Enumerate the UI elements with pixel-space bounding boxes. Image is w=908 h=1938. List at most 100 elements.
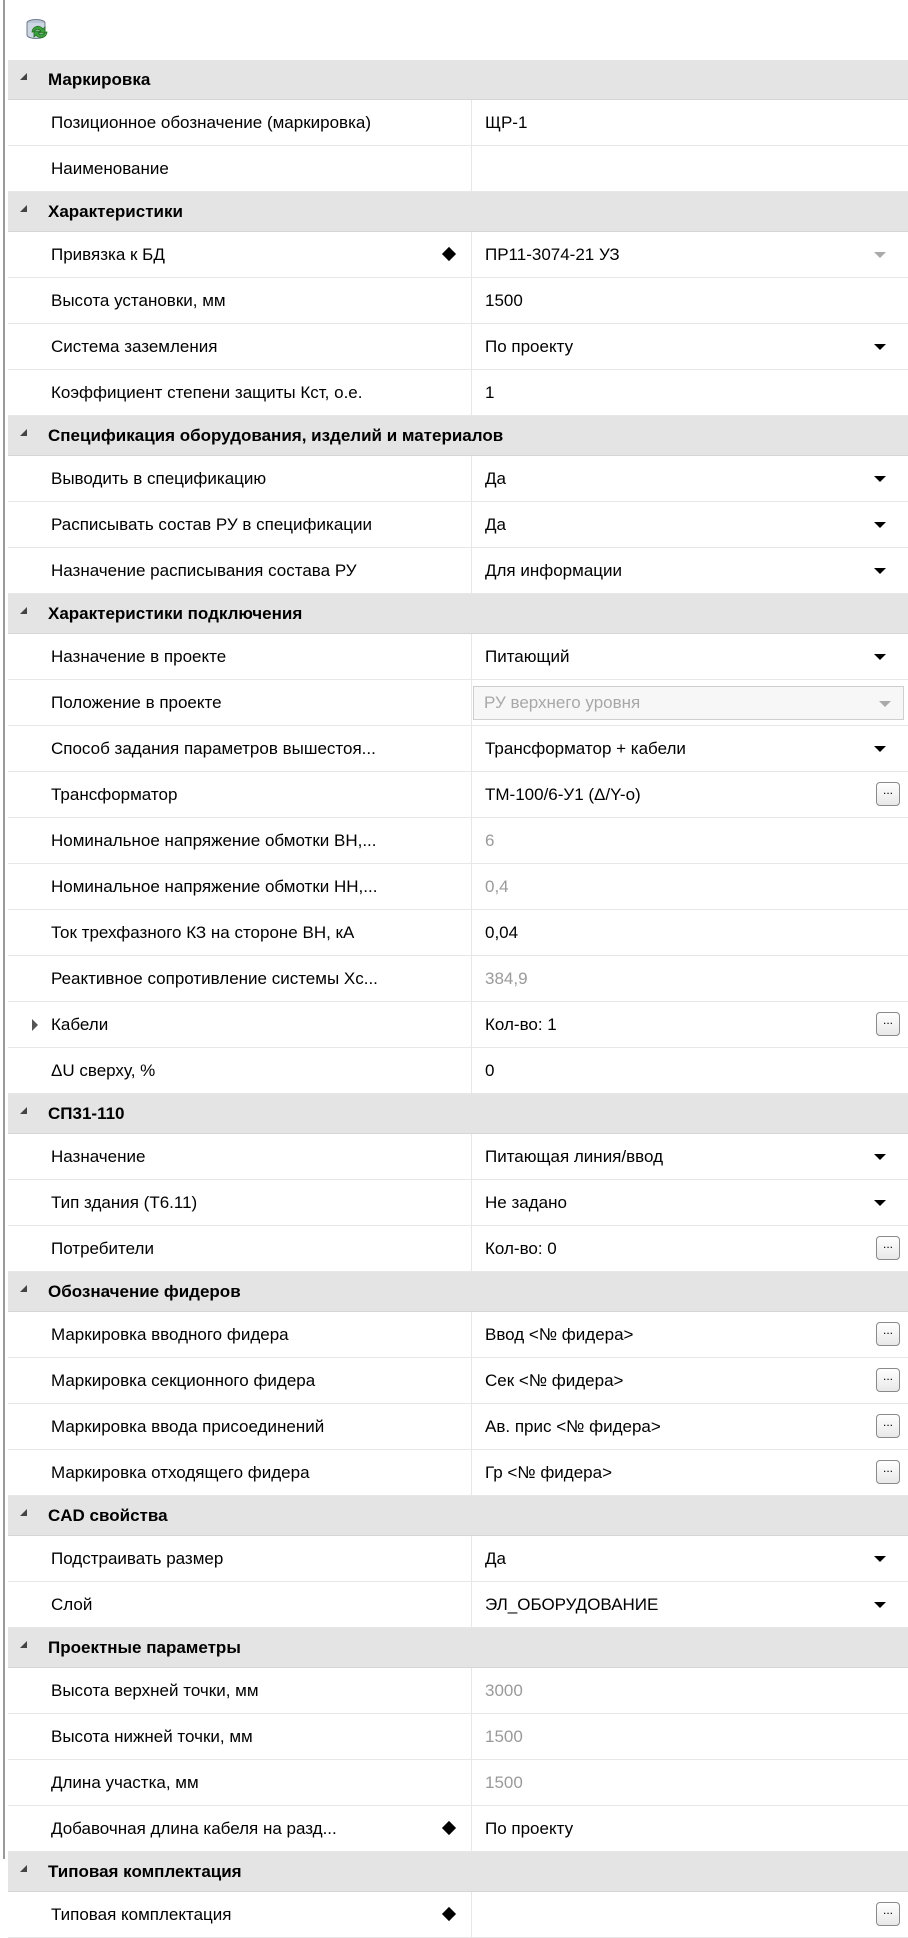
property-row-section-feeder[interactable]: Маркировка секционного фидера Сек <№ фид… — [8, 1358, 908, 1404]
property-value[interactable]: 1 — [473, 370, 908, 415]
property-value: 0,4 — [485, 877, 509, 896]
property-row-typical-set[interactable]: Типовая комплектация ... — [8, 1892, 908, 1938]
property-value[interactable]: Кол-во: 0... — [473, 1226, 908, 1271]
dropdown-arrow-icon[interactable] — [874, 476, 886, 482]
property-row-auto-size[interactable]: Подстраивать размер Да — [8, 1536, 908, 1582]
property-row-protection-coef[interactable]: Коэффициент степени защиты Кст, о.е. 1 — [8, 370, 908, 416]
property-value[interactable]: По проекту — [473, 1806, 908, 1851]
value-text: ПР11-3074-21 УЗ — [485, 245, 620, 264]
category-marking[interactable]: Маркировка — [8, 60, 908, 100]
property-row-grounding-system[interactable]: Система заземления По проекту — [8, 324, 908, 370]
property-value[interactable]: 1500 — [473, 278, 908, 323]
property-value[interactable]: Гр <№ фидера>... — [473, 1450, 908, 1495]
property-value[interactable]: Питающая линия/ввод — [473, 1134, 908, 1179]
ellipsis-button[interactable]: ... — [876, 1012, 900, 1036]
property-value[interactable]: ЩР-1 — [473, 100, 908, 145]
property-row-project-purpose[interactable]: Назначение в проекте Питающий — [8, 634, 908, 680]
property-value[interactable]: Кол-во: 1... — [473, 1002, 908, 1047]
property-value[interactable]: Питающий — [473, 634, 908, 679]
ellipsis-button[interactable]: ... — [876, 1460, 900, 1484]
property-row-input-feeder[interactable]: Маркировка вводного фидера Ввод <№ фидер… — [8, 1312, 908, 1358]
property-value[interactable]: Да — [473, 456, 908, 501]
collapse-triangle-icon[interactable] — [20, 205, 27, 212]
property-row-sc-current[interactable]: Ток трехфазного КЗ на стороне ВН, кА 0,0… — [8, 910, 908, 956]
property-row-install-height[interactable]: Высота установки, мм 1500 — [8, 278, 908, 324]
property-value[interactable]: Да — [473, 502, 908, 547]
property-value[interactable]: Ав. прис <№ фидера>... — [473, 1404, 908, 1449]
category-typical[interactable]: Типовая комплектация — [8, 1852, 908, 1892]
dropdown-arrow-icon[interactable] — [874, 1200, 886, 1206]
property-value[interactable]: Для информации — [473, 548, 908, 593]
property-row-outgoing-feeder[interactable]: Маркировка отходящего фидера Гр <№ фидер… — [8, 1450, 908, 1496]
category-feeders[interactable]: Обозначение фидеров — [8, 1272, 908, 1312]
category-spec[interactable]: Спецификация оборудования, изделий и мат… — [8, 416, 908, 456]
collapse-triangle-icon[interactable] — [20, 1509, 27, 1516]
property-row-consumers[interactable]: Потребители Кол-во: 0... — [8, 1226, 908, 1272]
dropdown-arrow-icon[interactable] — [874, 1602, 886, 1608]
category-cad[interactable]: CAD свойства — [8, 1496, 908, 1536]
refresh-database-icon[interactable] — [24, 16, 52, 44]
property-row-building-type[interactable]: Тип здания (Т6.11) Не задано — [8, 1180, 908, 1226]
property-row-db-link[interactable]: Привязка к БД ПР11-3074-21 УЗ — [8, 232, 908, 278]
ellipsis-button[interactable]: ... — [876, 1902, 900, 1926]
property-value[interactable]: 0,04 — [473, 910, 908, 955]
property-row-ru-purpose[interactable]: Назначение расписывания состава РУ Для и… — [8, 548, 908, 594]
property-row-connection-input[interactable]: Маркировка ввода присоединений Ав. прис … — [8, 1404, 908, 1450]
dropdown-arrow-icon[interactable] — [874, 252, 886, 258]
property-row-position-designation[interactable]: Позиционное обозначение (маркировка) ЩР-… — [8, 100, 908, 146]
collapse-triangle-icon[interactable] — [20, 1107, 27, 1114]
property-value[interactable]: Ввод <№ фидера>... — [473, 1312, 908, 1357]
property-row-hv-voltage[interactable]: Номинальное напряжение обмотки ВН,... 6 — [8, 818, 908, 864]
property-value[interactable]: ТМ-100/6-У1 (Δ/Y-о)... — [473, 772, 908, 817]
ellipsis-button[interactable]: ... — [876, 1414, 900, 1438]
property-row-bottom-height[interactable]: Высота нижней точки, мм 1500 — [8, 1714, 908, 1760]
property-value[interactable]: Трансформатор + кабели — [473, 726, 908, 771]
property-row-lv-voltage[interactable]: Номинальное напряжение обмотки НН,... 0,… — [8, 864, 908, 910]
dropdown-arrow-icon[interactable] — [874, 344, 886, 350]
collapse-triangle-icon[interactable] — [20, 73, 27, 80]
collapse-triangle-icon[interactable] — [20, 607, 27, 614]
ellipsis-button[interactable]: ... — [876, 1236, 900, 1260]
ellipsis-button[interactable]: ... — [876, 1322, 900, 1346]
dropdown-arrow-icon[interactable] — [874, 746, 886, 752]
dropdown-arrow-icon[interactable] — [874, 654, 886, 660]
property-value[interactable]: Да — [473, 1536, 908, 1581]
property-row-upstream-params[interactable]: Способ задания параметров вышестоя... Тр… — [8, 726, 908, 772]
property-row-delta-u[interactable]: ΔU сверху, % 0 — [8, 1048, 908, 1094]
property-name: Кабели — [8, 1002, 472, 1047]
property-value[interactable] — [473, 146, 908, 191]
category-project[interactable]: Проектные параметры — [8, 1628, 908, 1668]
property-value[interactable]: ПР11-3074-21 УЗ — [473, 232, 908, 277]
property-value[interactable]: Не задано — [473, 1180, 908, 1225]
category-connection[interactable]: Характеристики подключения — [8, 594, 908, 634]
property-row-top-height[interactable]: Высота верхней точки, мм 3000 — [8, 1668, 908, 1714]
property-value[interactable]: По проекту — [473, 324, 908, 369]
collapse-triangle-icon[interactable] — [20, 429, 27, 436]
property-row-section-length[interactable]: Длина участка, мм 1500 — [8, 1760, 908, 1806]
property-row-cables[interactable]: Кабели Кол-во: 1... — [8, 1002, 908, 1048]
property-row-output-to-spec[interactable]: Выводить в спецификацию Да — [8, 456, 908, 502]
property-row-describe-ru[interactable]: Расписывать состав РУ в спецификации Да — [8, 502, 908, 548]
dropdown-arrow-icon[interactable] — [874, 1154, 886, 1160]
property-row-layer[interactable]: Слой ЭЛ_ОБОРУДОВАНИЕ — [8, 1582, 908, 1628]
property-row-extra-cable-length[interactable]: Добавочная длина кабеля на разд... По пр… — [8, 1806, 908, 1852]
category-sp31[interactable]: СП31-110 — [8, 1094, 908, 1134]
property-value[interactable]: 0 — [473, 1048, 908, 1093]
dropdown-arrow-icon[interactable] — [874, 522, 886, 528]
property-value[interactable]: ЭЛ_ОБОРУДОВАНИЕ — [473, 1582, 908, 1627]
collapse-triangle-icon[interactable] — [20, 1285, 27, 1292]
property-row-naming[interactable]: Наименование — [8, 146, 908, 192]
dropdown-arrow-icon[interactable] — [874, 568, 886, 574]
property-row-purpose[interactable]: Назначение Питающая линия/ввод — [8, 1134, 908, 1180]
property-name: Расписывать состав РУ в спецификации — [8, 502, 472, 547]
ellipsis-button[interactable]: ... — [876, 782, 900, 806]
collapse-triangle-icon[interactable] — [20, 1865, 27, 1872]
property-value[interactable]: Сек <№ фидера>... — [473, 1358, 908, 1403]
ellipsis-button[interactable]: ... — [876, 1368, 900, 1392]
property-row-reactance[interactable]: Реактивное сопротивление системы Хс... 3… — [8, 956, 908, 1002]
property-row-transformer[interactable]: Трансформатор ТМ-100/6-У1 (Δ/Y-о)... — [8, 772, 908, 818]
collapse-triangle-icon[interactable] — [20, 1641, 27, 1648]
dropdown-arrow-icon[interactable] — [874, 1556, 886, 1562]
category-characteristics[interactable]: Характеристики — [8, 192, 908, 232]
property-value[interactable]: ... — [473, 1892, 908, 1937]
